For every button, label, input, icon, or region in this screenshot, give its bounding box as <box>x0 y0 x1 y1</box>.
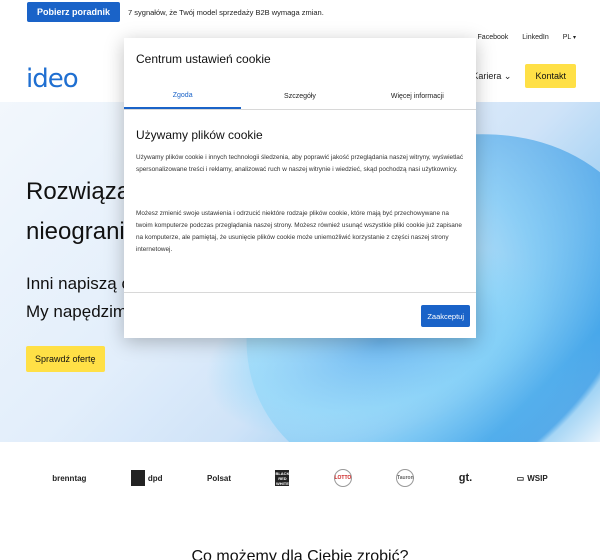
cookie-heading: Używamy plików cookie <box>136 128 263 142</box>
modal-footer: Zaakceptuj <box>124 292 476 338</box>
top-banner: Pobierz poradnik 7 sygnałów, że Twój mod… <box>0 0 600 24</box>
cookie-paragraph-1: Używamy plików cookie i innych technolog… <box>136 154 464 173</box>
tab-wiecej-informacji[interactable]: Więcej informacji <box>359 84 476 109</box>
tab-zgoda[interactable]: Zgoda <box>124 84 242 109</box>
modal-tabs: Zgoda Szczegóły Więcej informacji <box>124 84 476 110</box>
download-guide-button[interactable]: Pobierz poradnik <box>27 2 121 22</box>
modal-title: Centrum ustawień cookie <box>136 52 271 66</box>
tab-szczegoly[interactable]: Szczegóły <box>241 84 358 109</box>
banner-message[interactable]: 7 sygnałów, że Twój model sprzedaży B2B … <box>128 8 324 17</box>
cookie-paragraph-2: Możesz zmienić swoje ustawienia i odrzuc… <box>136 210 462 253</box>
accept-button[interactable]: Zaakceptuj <box>421 305 470 327</box>
cookie-settings-modal: Centrum ustawień cookie Zgoda Szczegóły … <box>124 38 476 338</box>
